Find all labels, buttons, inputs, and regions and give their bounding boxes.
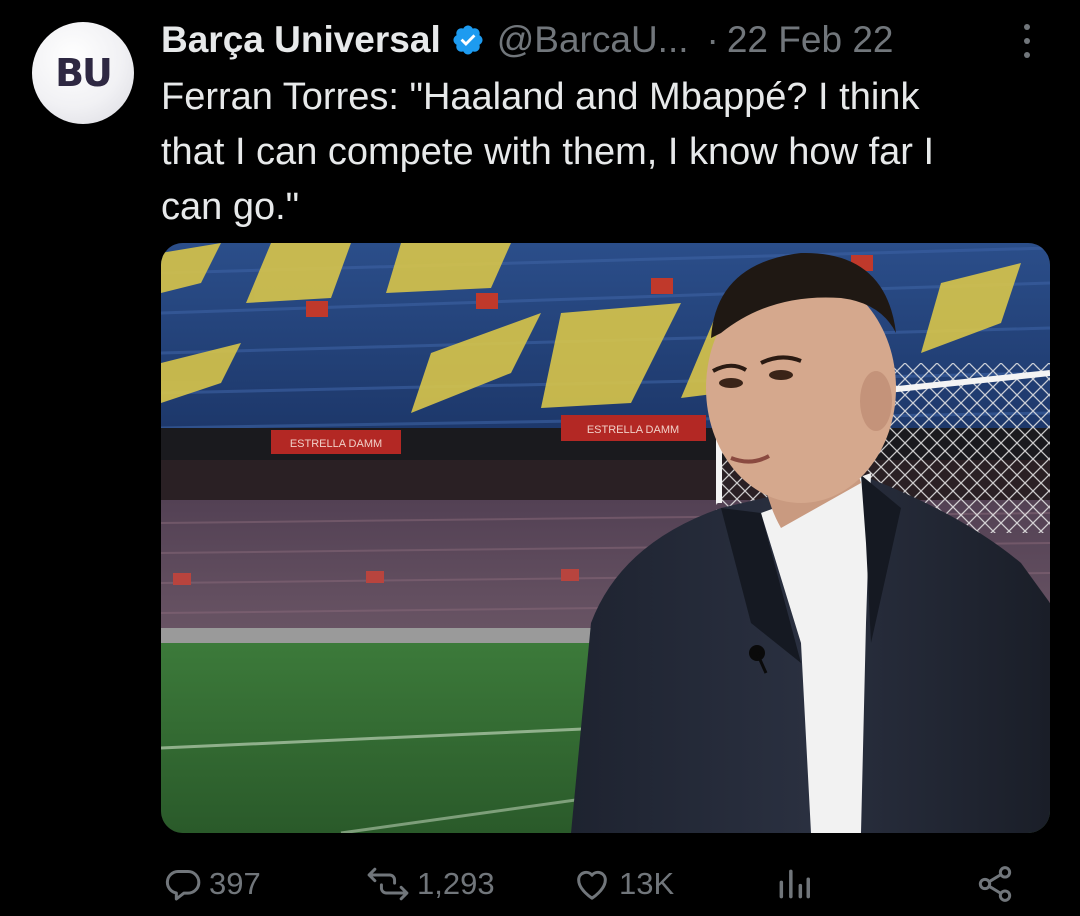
separator-dot: · [706, 19, 719, 60]
repost-button[interactable]: 1,293 [365, 864, 495, 904]
verified-badge-icon [451, 23, 485, 57]
stadium-interview-photo: ESTRELLA DAMM ESTRELLA DAMM [161, 243, 1050, 833]
like-icon [571, 864, 613, 904]
share-button[interactable] [975, 864, 1015, 904]
tweet-text: Ferran Torres: "Haaland and Mbappé? I th… [161, 76, 935, 228]
tweet-action-bar: 397 1,293 13K [0, 852, 1080, 916]
reply-count: 397 [209, 866, 261, 901]
tweet-media-image[interactable]: ESTRELLA DAMM ESTRELLA DAMM [161, 243, 1050, 833]
reply-icon [163, 864, 203, 904]
tweet-date[interactable]: 22 Feb 22 [727, 19, 894, 61]
signage-text-2: ESTRELLA DAMM [587, 424, 679, 436]
avatar-initials: BU [55, 51, 113, 95]
views-icon [775, 864, 813, 904]
avatar[interactable]: BU [32, 22, 134, 124]
repost-icon [365, 864, 411, 904]
repost-count: 1,293 [417, 866, 495, 901]
reply-button[interactable]: 397 [163, 864, 261, 904]
like-count: 13K [619, 866, 675, 901]
author-handle[interactable]: @BarcaU... [497, 19, 689, 61]
signage-text: ESTRELLA DAMM [290, 438, 382, 450]
share-icon [975, 864, 1015, 904]
author-name[interactable]: Barça Universal [161, 19, 441, 61]
like-button[interactable]: 13K [571, 864, 674, 904]
tweet-header: Barça Universal @BarcaU... · 22 Feb 22 [161, 16, 893, 64]
more-icon[interactable] [1018, 24, 1036, 58]
views-button[interactable] [775, 864, 813, 904]
